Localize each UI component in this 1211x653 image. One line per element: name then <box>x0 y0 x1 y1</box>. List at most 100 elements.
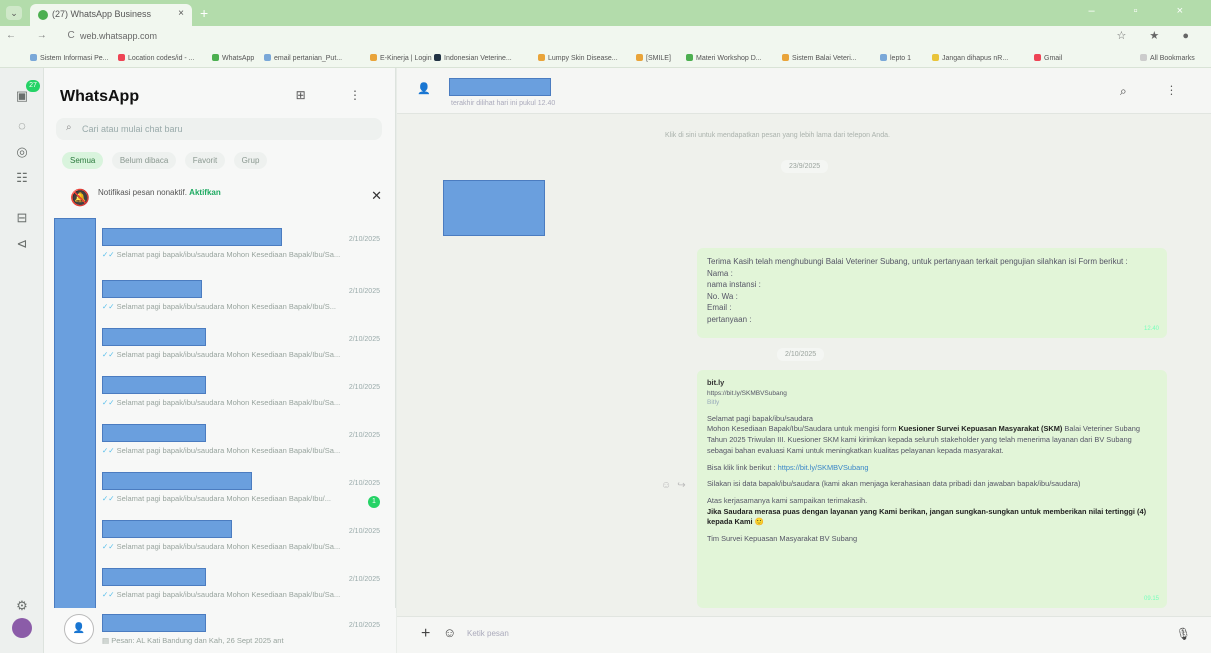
folder-icon <box>1140 54 1147 61</box>
notification-text: Notifikasi pesan nonaktif. Aktifkan <box>98 188 221 197</box>
nav-rail: ▣ 27 ◌ ◎ ☷ ⊟ ⊲ ⚙ <box>0 68 44 653</box>
search-input[interactable]: ⌕ Cari atau mulai chat baru <box>56 118 382 140</box>
tab-title: (27) WhatsApp Business <box>52 9 152 19</box>
chat-row[interactable]: 2/10/2025 ✓✓ Selamat pagi bapak/ibu/saud… <box>44 418 396 470</box>
bookmark[interactable]: Sistem Informasi Pe... <box>30 54 108 62</box>
chat-row[interactable]: 2/10/2025 ✓✓ Selamat pagi bapak/ibu/saud… <box>44 370 396 422</box>
message-time: 09.15 <box>1143 596 1159 603</box>
message-actions[interactable]: ☺↪ <box>661 480 692 491</box>
chat-row[interactable]: 2/10/2025 ✓✓ Selamat pagi bapak/ibu/saud… <box>44 514 396 566</box>
message-time: 12.40 <box>1143 326 1159 333</box>
double-tick-icon: ✓✓ <box>102 446 115 455</box>
chat-preview: ✓✓ Selamat pagi bapak/ibu/saudara Mohon … <box>102 446 341 455</box>
all-bookmarks[interactable]: All Bookmarks <box>1140 54 1195 62</box>
unread-badge: 27 <box>26 80 40 92</box>
redacted-contact-name <box>102 280 202 298</box>
chat-time: 2/10/2025 <box>348 236 380 243</box>
browser-tab[interactable]: (27) WhatsApp Business × <box>30 4 192 26</box>
message-composer: + ☺ Ketik pesan 🎙 <box>397 616 1211 653</box>
tab-search-icon[interactable]: ⌄ <box>6 6 22 20</box>
settings-icon[interactable]: ⚙ <box>14 598 30 614</box>
url-field[interactable]: web.whatsapp.com <box>80 31 157 41</box>
folder-icon <box>636 54 643 61</box>
gmail-icon <box>1034 54 1041 61</box>
survey-request: Mohon Kesediaan Bapak/Ibu/Saudara untuk … <box>707 424 1140 455</box>
double-tick-icon: ✓✓ <box>102 494 115 503</box>
address-bar-actions[interactable]: ☆ ★ ● <box>1117 29 1199 42</box>
link-preview-url[interactable]: https://bit.ly/SKMBVSubang <box>707 389 1157 398</box>
redacted-image <box>443 180 545 236</box>
conversation-actions[interactable]: ⌕ ⋮ <box>1120 84 1193 99</box>
chat-time: 2/10/2025 <box>348 336 380 343</box>
survey-message-bubble[interactable]: bit.ly https://bit.ly/SKMBVSubang Bitly … <box>697 370 1167 608</box>
link-preview-sub: Bitly <box>707 399 720 407</box>
whatsapp-favicon-icon <box>38 10 48 20</box>
tools-icon[interactable]: ⊲ <box>14 236 30 252</box>
bookmark[interactable]: Materi Workshop D... <box>686 54 762 62</box>
bookmark-icon <box>932 54 939 61</box>
redacted-contact-name <box>102 614 206 632</box>
bookmark[interactable]: lepto 1 <box>880 54 911 62</box>
emoji-icon[interactable]: ☺ <box>443 625 456 640</box>
older-messages-notice[interactable]: Klik di sini untuk mendapatkan pesan yan… <box>665 132 890 139</box>
tab-close-icon[interactable]: × <box>178 8 184 19</box>
filter-chip-favorites[interactable]: Favorit <box>184 152 226 169</box>
survey-link[interactable]: https://bit.ly/SKMBVSubang <box>778 463 869 472</box>
window-controls[interactable]: – ▫ × <box>1088 5 1201 17</box>
bookmark[interactable]: Jangan dihapus nR... <box>932 54 1008 62</box>
form-field: Email : <box>707 303 732 313</box>
microphone-icon[interactable]: 🎙 <box>1176 627 1191 641</box>
emoji-react-icon[interactable]: ☺ <box>661 480 677 491</box>
channels-icon[interactable]: ◎ <box>14 144 30 160</box>
bookmark[interactable]: Location codes/id - ... <box>118 54 195 62</box>
bookmark[interactable]: Sistem Balai Veteri... <box>782 54 857 62</box>
new-tab-icon[interactable]: + <box>200 5 208 21</box>
chat-list-actions[interactable]: ⊞ ⋮ <box>296 88 381 102</box>
chat-row[interactable]: 2/10/2025 ✓✓ Selamat pagi bapak/ibu/saud… <box>44 222 396 274</box>
chat-preview: ✓✓ Selamat pagi bapak/ibu/saudara Mohon … <box>102 398 341 407</box>
form-field: pertanyaan : <box>707 314 752 324</box>
default-avatar-icon: 👤 <box>64 614 94 644</box>
double-tick-icon: ✓✓ <box>102 590 115 599</box>
chat-row[interactable]: 👤 2/10/2025 ▤ Pesan: AL Kati Bandung dan… <box>44 608 396 653</box>
chat-row[interactable]: 2/10/2025 ✓✓ Selamat pagi bapak/ibu/saud… <box>44 274 396 326</box>
document-icon: ▤ <box>102 636 110 645</box>
bookmark[interactable]: E-Kinerja | Login <box>370 54 432 62</box>
catalog-icon[interactable]: ⊟ <box>14 210 30 226</box>
signature-text: Tim Survei Kepuasan Masyarakat BV Subang <box>707 534 858 544</box>
bookmark[interactable]: email pertanian_Put... <box>264 54 342 62</box>
bookmark[interactable]: Indonesian Veterine... <box>434 54 512 62</box>
chat-time: 2/10/2025 <box>348 480 380 487</box>
bookmarks-bar: Sistem Informasi Pe... Location codes/id… <box>0 48 1211 68</box>
privacy-text: Silakan isi data bapak/ibu/saudara (kami… <box>707 479 1081 489</box>
conversation-header[interactable]: 👤 terakhir dilihat hari ini pukul 12.40 … <box>397 68 1211 114</box>
search-icon: ⌕ <box>66 122 72 133</box>
message-input[interactable]: Ketik pesan <box>467 629 509 638</box>
thanks-text: Atas kerjasamanya kami sampaikan terimak… <box>707 495 868 505</box>
profile-avatar[interactable] <box>12 618 32 638</box>
bookmark[interactable]: Gmail <box>1034 54 1062 62</box>
redacted-contact-name <box>102 376 206 394</box>
app-title: WhatsApp <box>60 88 140 105</box>
chat-row[interactable]: 2/10/2025 ✓✓ Selamat pagi bapak/ibu/saud… <box>44 322 396 374</box>
double-tick-icon: ✓✓ <box>102 542 115 551</box>
filter-chip-groups[interactable]: Grup <box>233 152 268 169</box>
nav-icons[interactable]: ← → C <box>6 30 84 41</box>
bookmark[interactable]: WhatsApp <box>212 54 254 62</box>
form-message-bubble[interactable]: Terima Kasih telah menghubungi Balai Vet… <box>697 248 1167 338</box>
chat-row[interactable]: 2/10/2025 ✓✓ Selamat pagi bapak/ibu/saud… <box>44 562 396 614</box>
enable-notifications-link[interactable]: Aktifkan <box>189 188 221 197</box>
filter-chip-all[interactable]: Semua <box>62 152 104 169</box>
communities-icon[interactable]: ☷ <box>14 170 30 186</box>
chat-row[interactable]: 2/10/2025 ✓✓ Selamat pagi bapak/ibu/saud… <box>44 466 396 518</box>
form-field: nama instansi : <box>707 280 761 290</box>
bookmark[interactable]: Lumpy Skin Disease... <box>538 54 618 62</box>
forward-icon[interactable]: ↪ <box>677 480 691 491</box>
close-icon[interactable]: ✕ <box>371 188 382 204</box>
bookmark[interactable]: [SMILE] <box>636 54 671 62</box>
status-icon[interactable]: ◌ <box>14 118 30 134</box>
filter-chip-unread[interactable]: Belum dibaca <box>111 152 177 169</box>
link-preview-site[interactable]: bit.ly <box>707 378 1157 389</box>
attach-plus-icon[interactable]: + <box>421 625 430 643</box>
form-field: Nama : <box>707 268 733 278</box>
